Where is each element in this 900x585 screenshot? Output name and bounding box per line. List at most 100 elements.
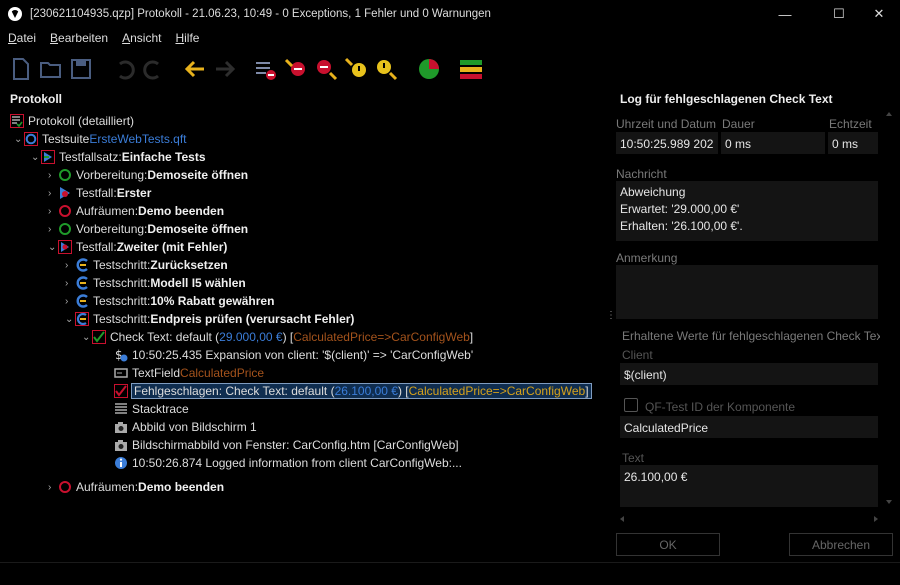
selected-tree-label: Fehlgeschlagen: Check Text: default (26.… [131,383,592,399]
tree-node-label: Testschritt: [93,294,151,308]
tree-node-label: Aufräumen: [76,480,139,494]
component-id-value: CalculatedPrice [620,416,878,438]
tree-node-label: Testschritt: [93,276,151,290]
tree-node-teststep-model[interactable]: › Testschritt: Modell I5 wählen [65,274,246,292]
message-text: Abweichung Erwartet: '29.000,00 €' Erhal… [616,181,878,241]
tree-node-protocol[interactable]: Protokoll (detailliert) [10,112,134,130]
failed-check-icon [114,384,128,398]
forward-arrow-icon[interactable] [212,56,238,82]
setup-icon [58,168,72,182]
save-icon[interactable] [68,56,94,82]
tree-node-label: Abbild von Bildschirm 1 [132,420,257,434]
tree-node-label: Vorbereitung: [76,222,148,236]
next-error-icon[interactable] [312,56,338,82]
expand-arrow-icon[interactable]: › [48,206,58,217]
open-folder-icon[interactable] [38,56,64,82]
expand-arrow-icon[interactable]: › [65,278,75,289]
tree-node-label: Vorbereitung: [76,168,148,182]
tree-node-name: Einfache Tests [121,150,206,164]
tree-node-separator: ) [ [282,330,294,344]
tree-node-setup-2[interactable]: › Vorbereitung: Demoseite öffnen [48,220,248,238]
expected-value: 29.000,00 € [219,330,283,344]
tree-node-label: Stacktrace [132,402,189,416]
expand-arrow-icon[interactable]: › [48,482,58,493]
tree-node-setup[interactable]: › Vorbereitung: Demoseite öffnen [48,166,248,184]
expand-arrow-icon[interactable]: › [48,224,58,235]
tree-node-name: Erster [116,186,152,200]
collapse-arrow-icon[interactable]: ⌄ [82,332,92,343]
expand-arrow-icon[interactable]: › [65,296,75,307]
tree-node-label: 10:50:26.874 Logged information from cli… [132,456,462,470]
cleanup-icon [58,204,72,218]
prev-warning-icon[interactable] [344,56,370,82]
cancel-button[interactable]: Abbrechen [789,533,893,556]
expand-arrow-icon[interactable]: › [65,260,75,271]
tree-node-teststep-price[interactable]: ⌄ Testschritt: Endpreis prüfen (verursac… [65,310,354,328]
close-button[interactable]: ✕ [856,0,900,28]
tree-node-label: Protokoll (detailliert) [28,114,135,128]
received-values-section: Erhaltene Werte für fehlgeschlagenen Che… [622,329,880,343]
report-bars-icon[interactable] [458,56,484,82]
protocol-icon [10,114,24,128]
tree-node-testcase-first[interactable]: › Testfall: Erster [48,184,151,202]
textfield-icon [114,366,128,380]
testcase-icon [58,240,72,254]
tree-node-window-screenshot[interactable]: Bildschirmabbild von Fenster: CarConfig.… [114,436,459,454]
tree-node-testset[interactable]: ⌄ Testfallsatz: Einfache Tests [31,148,206,166]
back-arrow-icon[interactable] [182,56,208,82]
tree-node-testcase-second[interactable]: ⌄ Testfall: Zweiter (mit Fehler) [48,238,227,256]
vertical-scrollbar[interactable] [882,108,896,508]
collapse-arrow-icon[interactable]: ⌄ [31,152,41,163]
tree-node-label: TextField [132,366,181,380]
horizontal-scrollbar[interactable] [616,512,882,526]
next-warning-icon[interactable] [372,56,398,82]
tree-node-stacktrace[interactable]: Stacktrace [114,400,189,418]
testsuite-file-link[interactable]: ErsteWebTests.qft [89,132,186,146]
undo-icon[interactable] [112,56,138,82]
details-panel-title: Log für fehlgeschlagenen Check Text [620,92,833,106]
redo-icon[interactable] [140,56,166,82]
tree-node-failed-check[interactable]: Fehlgeschlagen: Check Text: default (26.… [114,382,592,400]
collapse-arrow-icon[interactable]: ⌄ [65,314,75,325]
statistics-pie-icon[interactable] [416,56,442,82]
tree-node-logged-info[interactable]: 10:50:26.874 Logged information from cli… [114,454,462,472]
tree-node-expansion[interactable]: $ 10:50:25.435 Expansion von client: '$(… [114,346,473,364]
tree-node-screenshot[interactable]: Abbild von Bildschirm 1 [114,418,257,436]
minimize-button[interactable]: — [762,0,808,28]
panel-splitter[interactable]: ⋮ [606,310,616,330]
tree-node-textfield[interactable]: TextField CalculatedPrice [114,364,264,382]
tree-node-testsuite[interactable]: ⌄ Testsuite ErsteWebTests.qft [14,130,187,148]
realtime-field: 0 ms [828,132,878,154]
tree-node-teststep-reset[interactable]: › Testschritt: Zurücksetzen [65,256,228,274]
tree-node-name: Demoseite öffnen [147,168,249,182]
prev-error-icon[interactable] [284,56,310,82]
realtime-column-label: Echtzeit [829,117,872,131]
collapse-arrow-icon[interactable]: ⌄ [14,134,24,145]
tree-node-name: Demo beenden [138,204,225,218]
tree-node-check-text[interactable]: ⌄ Check Text: default (29.000,00 €) [Cal… [82,328,473,346]
window-title: [230621104935.qzp] Protokoll - 21.06.23,… [30,8,491,20]
expand-arrow-icon[interactable]: › [48,188,58,199]
collapse-list-icon[interactable] [252,56,278,82]
expand-arrow-icon[interactable]: › [48,170,58,181]
new-file-icon[interactable] [8,56,34,82]
text-label: Text [622,451,645,465]
check-icon [92,330,106,344]
menu-ansicht[interactable]: Ansicht [122,31,161,49]
info-icon [114,456,128,470]
camera-icon [114,420,128,434]
comment-field[interactable] [616,265,878,319]
collapse-arrow-icon[interactable]: ⌄ [48,242,58,253]
ok-button[interactable]: OK [616,533,720,556]
tree-node-teststep-discount[interactable]: › Testschritt: 10% Rabatt gewähren [65,292,274,310]
tree-node-label: Testsuite [42,132,90,146]
tree-node-cleanup[interactable]: › Aufräumen: Demo beenden [48,202,224,220]
menu-hilfe[interactable]: Hilfe [175,31,199,49]
menu-bearbeiten[interactable]: Bearbeiten [50,31,108,49]
teststep-icon [75,258,89,272]
tree-node-name: Demo beenden [138,480,225,494]
menu-datei[interactable]: Datei [8,31,36,49]
tree-node-name: 10% Rabatt gewähren [150,294,275,308]
client-value: $(client) [620,363,878,385]
tree-node-cleanup-2[interactable]: › Aufräumen: Demo beenden [48,478,224,496]
